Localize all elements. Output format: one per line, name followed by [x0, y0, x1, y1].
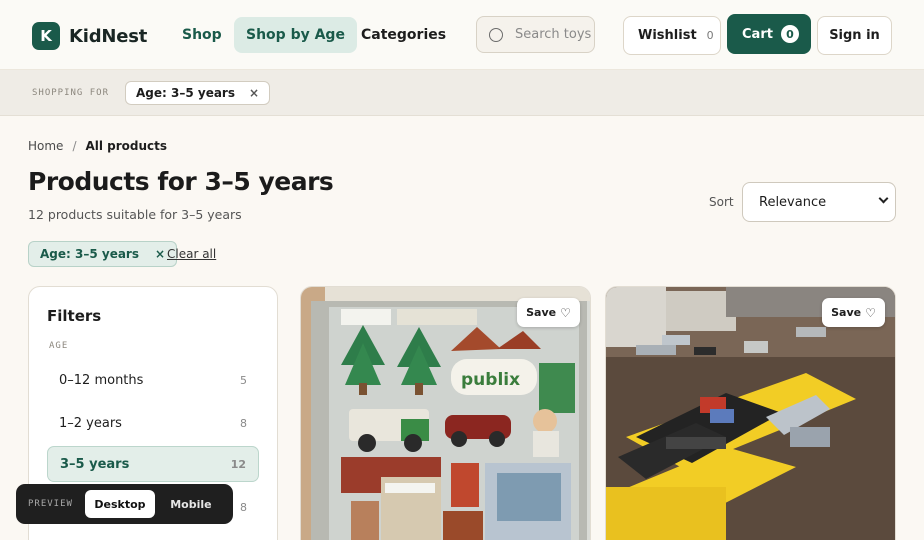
nav-shop[interactable]: Shop	[170, 17, 234, 53]
filter-option-label: 1–2 years	[59, 415, 122, 431]
cart-label: Cart	[742, 26, 773, 42]
preview-desktop-button[interactable]: Desktop	[84, 490, 155, 518]
context-age-chip[interactable]: Age: 3–5 years ×	[125, 81, 271, 105]
save-label: Save	[526, 306, 557, 319]
filter-option-3-5-years[interactable]: 3–5 years 12	[47, 446, 259, 482]
filter-option-count: 12	[230, 457, 246, 471]
active-filter-chip[interactable]: Age: 3–5 years ×	[28, 241, 178, 267]
save-button[interactable]: Save ♡	[822, 298, 885, 327]
sort-value: Relevance	[759, 194, 827, 210]
preview-label: PREVIEW	[28, 499, 73, 509]
page-title: Products for 3–5 years	[28, 167, 334, 196]
logo[interactable]: K KidNest	[32, 22, 147, 50]
filter-option-count: 8	[240, 416, 247, 430]
filter-option-label: 0–12 months	[59, 372, 144, 388]
search-icon	[489, 27, 503, 42]
preview-mobile-button[interactable]: Mobile	[163, 498, 219, 511]
preview-toggle: PREVIEW Desktop Mobile	[16, 484, 233, 524]
filters-section-age: AGE	[49, 341, 69, 351]
search-placeholder: Search toys	[515, 27, 592, 42]
save-label: Save	[831, 306, 862, 319]
filter-option-1-2-years[interactable]: 1–2 years 8	[47, 405, 259, 441]
cart-count-badge: 0	[780, 25, 799, 43]
save-button[interactable]: Save ♡	[517, 298, 580, 327]
breadcrumb-home[interactable]: Home	[28, 139, 63, 153]
search-input[interactable]: Search toys	[476, 16, 595, 53]
wishlist-button[interactable]: Wishlist 0	[623, 16, 721, 55]
shopping-context-bar: SHOPPING FOR Age: 3–5 years ×	[0, 70, 924, 116]
nav-shop-by-age[interactable]: Shop by Age	[234, 17, 357, 53]
product-card[interactable]: Save ♡	[605, 286, 896, 540]
chevron-down-icon	[878, 193, 889, 204]
filters-title: Filters	[47, 307, 102, 325]
breadcrumb-current: All products	[85, 139, 168, 153]
breadcrumb: Home / All products	[28, 139, 167, 153]
cart-button[interactable]: Cart 0	[727, 14, 811, 54]
context-chip-label: Age: 3–5 years	[136, 86, 235, 100]
svg-text:publix: publix	[461, 370, 520, 390]
logo-mark-icon: K	[32, 22, 60, 50]
shopping-for-label: SHOPPING FOR	[32, 88, 110, 98]
site-header: K KidNest Shop Shop by Age Categories Se…	[0, 0, 924, 70]
clear-all-link[interactable]: Clear all	[167, 247, 216, 261]
active-filter-label: Age: 3–5 years	[40, 247, 139, 261]
product-card[interactable]: publix Save ♡	[300, 286, 591, 540]
heart-icon: ♡	[865, 305, 876, 320]
heart-icon: ♡	[560, 305, 571, 320]
wishlist-label: Wishlist	[638, 28, 697, 43]
close-icon[interactable]: ×	[249, 86, 259, 100]
brand-name: KidNest	[69, 25, 148, 47]
filter-option-count: 5	[240, 373, 247, 387]
sort-select[interactable]: Relevance	[742, 182, 896, 222]
filter-option-count: 8	[240, 500, 247, 514]
filter-option-label: 3–5 years	[60, 456, 130, 472]
nav-categories[interactable]: Categories	[349, 17, 458, 53]
wishlist-count: 0	[706, 29, 714, 42]
breadcrumb-separator: /	[72, 139, 77, 153]
page-subtitle: 12 products suitable for 3–5 years	[28, 207, 242, 222]
close-icon[interactable]: ×	[155, 247, 165, 261]
filter-option-0-12-months[interactable]: 0–12 months 5	[47, 362, 259, 398]
sign-in-button[interactable]: Sign in	[817, 16, 892, 55]
sort-label: Sort	[709, 195, 734, 209]
